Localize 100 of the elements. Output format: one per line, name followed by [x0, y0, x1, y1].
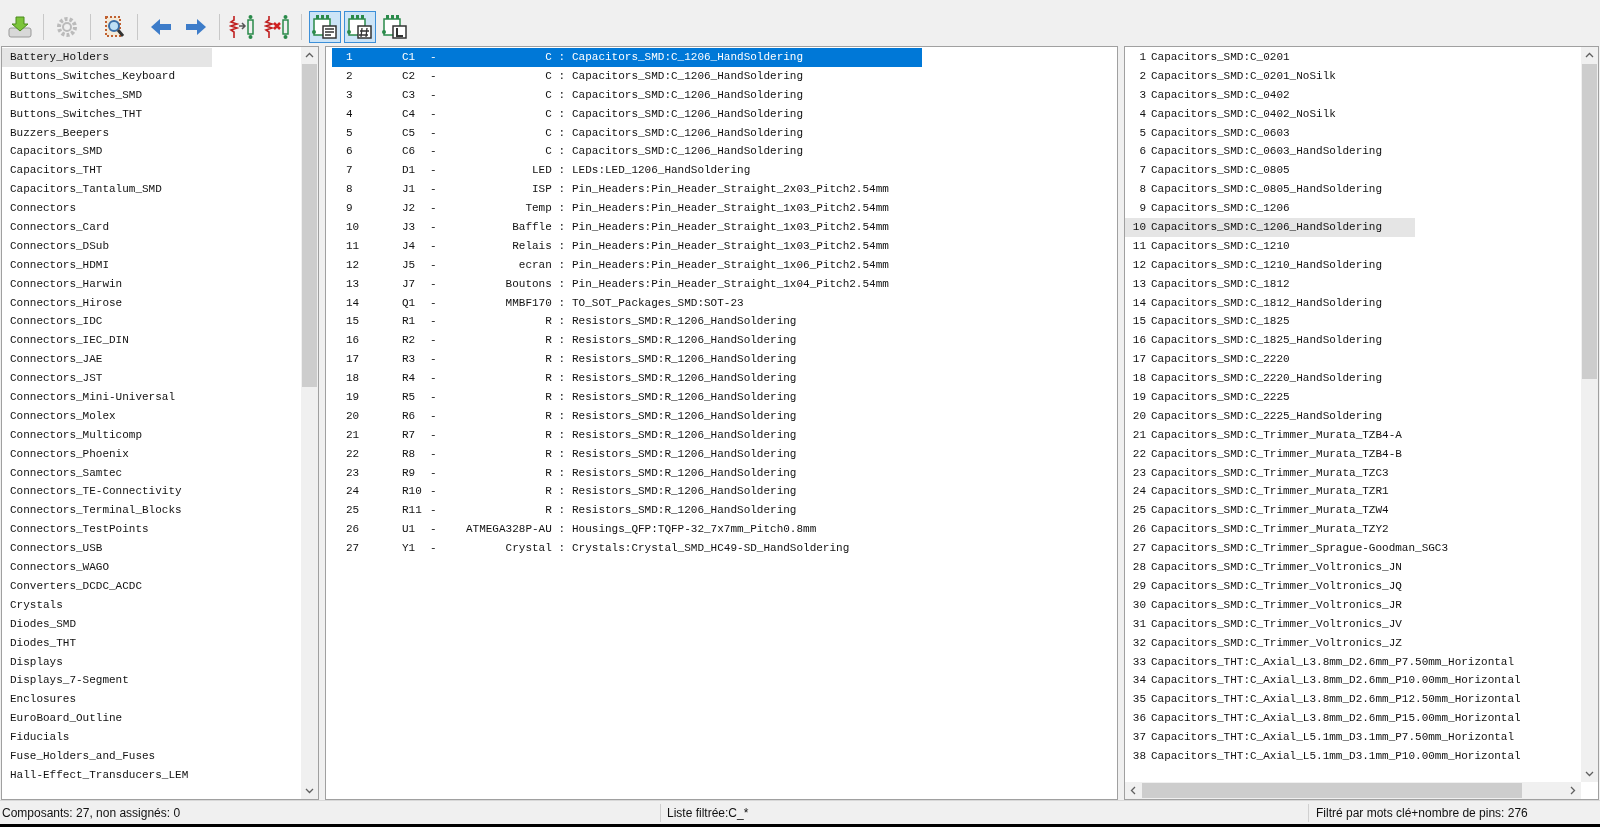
footprint-row[interactable]: 38 Capacitors_THT:C_Axial_L5.1mm_D3.1mm_P10.00mm_Horizontal	[1125, 746, 1521, 766]
footprint-row[interactable]: 23 Capacitors_SMD:C_Trimmer_Murata_TZC3	[1125, 463, 1415, 483]
component-row[interactable]: 10 J3 - Baffle : Pin_Headers:Pin_Header_Straight_1x03_Pitch2.54mm	[332, 218, 922, 237]
footprint-row[interactable]: 35 Capacitors_THT:C_Axial_L3.8mm_D2.6mm_P12.50mm_Horizontal	[1125, 690, 1521, 710]
library-item[interactable]: Connectors_JAE	[2, 350, 212, 370]
library-item[interactable]: Diodes_SMD	[2, 614, 212, 634]
library-item[interactable]: Connectors_IEC_DIN	[2, 331, 212, 351]
library-item[interactable]: Connectors	[2, 199, 212, 218]
toolbar-button[interactable]	[344, 11, 376, 43]
footprint-row[interactable]: 13 Capacitors_SMD:C_1812	[1125, 274, 1415, 294]
footprint-row[interactable]: 5 Capacitors_SMD:C_0603	[1125, 123, 1415, 143]
footprint-row[interactable]: 4 Capacitors_SMD:C_0402_NoSilk	[1125, 104, 1415, 124]
footprint-row[interactable]: 31 Capacitors_SMD:C_Trimmer_Voltronics_JV	[1125, 614, 1415, 634]
component-row[interactable]: 23 R9 - R : Resistors_SMD:R_1206_HandSoldering	[332, 463, 922, 483]
library-item[interactable]: Connectors_Multicomp	[2, 425, 212, 445]
library-item[interactable]: Displays_7-Segment	[2, 671, 212, 691]
library-item[interactable]: Connectors_WAGO	[2, 558, 212, 577]
footprint-row[interactable]: 29 Capacitors_SMD:C_Trimmer_Voltronics_JQ	[1125, 576, 1415, 596]
component-row[interactable]: 21 R7 - R : Resistors_SMD:R_1206_HandSoldering	[332, 425, 922, 445]
component-row[interactable]: 8 J1 - ISP : Pin_Headers:Pin_Header_Straight_2x03_Pitch2.54mm	[332, 180, 922, 200]
library-item[interactable]: Capacitors_SMD	[2, 142, 212, 162]
library-item[interactable]: Connectors_Hirose	[2, 293, 212, 313]
horizontal-scrollbar[interactable]	[1125, 782, 1581, 799]
footprint-row[interactable]: 22 Capacitors_SMD:C_Trimmer_Murata_TZB4-B	[1125, 444, 1415, 464]
library-item[interactable]: Connectors_Harwin	[2, 274, 212, 294]
component-row[interactable]: 14 Q1 - MMBF170 : TO_SOT_Packages_SMD:SOT-23	[332, 293, 922, 313]
footprint-row[interactable]: 12 Capacitors_SMD:C_1210_HandSoldering	[1125, 255, 1415, 275]
library-item[interactable]: Displays	[2, 652, 212, 672]
component-row[interactable]: 11 J4 - Relais : Pin_Headers:Pin_Header_Straight_1x03_Pitch2.54mm	[332, 236, 922, 256]
library-item[interactable]: Connectors_Phoenix	[2, 444, 212, 464]
footprint-row[interactable]: 27 Capacitors_SMD:C_Trimmer_Sprague-Goodman_SGC3	[1125, 539, 1449, 559]
footprint-row[interactable]: 15 Capacitors_SMD:C_1825	[1125, 312, 1415, 332]
component-row[interactable]: 13 J7 - Boutons : Pin_Headers:Pin_Header_Straight_1x04_Pitch2.54mm	[332, 274, 922, 294]
component-row[interactable]: 18 R4 - R : Resistors_SMD:R_1206_HandSoldering	[332, 369, 922, 389]
component-row[interactable]: 1 C1 - C : Capacitors_SMD:C_1206_HandSoldering	[332, 48, 922, 67]
library-item[interactable]: Buttons_Switches_SMD	[2, 85, 212, 105]
footprint-row[interactable]: 32 Capacitors_SMD:C_Trimmer_Voltronics_JZ	[1125, 633, 1415, 653]
library-item[interactable]: Capacitors_Tantalum_SMD	[2, 180, 212, 200]
component-row[interactable]: 5 C5 - C : Capacitors_SMD:C_1206_HandSoldering	[332, 123, 922, 143]
footprint-row[interactable]: 2 Capacitors_SMD:C_0201_NoSilk	[1125, 66, 1415, 86]
component-row[interactable]: 2 C2 - C : Capacitors_SMD:C_1206_HandSoldering	[332, 66, 922, 86]
footprint-row[interactable]: 7 Capacitors_SMD:C_0805	[1125, 161, 1415, 181]
library-item[interactable]: Enclosures	[2, 690, 212, 710]
vertical-scrollbar[interactable]	[1581, 47, 1598, 782]
component-row[interactable]: 16 R2 - R : Resistors_SMD:R_1206_HandSoldering	[332, 331, 922, 351]
footprint-row[interactable]: 18 Capacitors_SMD:C_2220_HandSoldering	[1125, 369, 1415, 389]
library-item[interactable]: EuroBoard_Outline	[2, 709, 212, 729]
footprint-row[interactable]: 10 Capacitors_SMD:C_1206_HandSoldering	[1125, 218, 1415, 237]
library-item[interactable]: Connectors_DSub	[2, 236, 212, 256]
footprint-row[interactable]: 26 Capacitors_SMD:C_Trimmer_Murata_TZY2	[1125, 520, 1415, 540]
library-item[interactable]: Connectors_Molex	[2, 406, 212, 426]
library-item[interactable]: Buttons_Switches_Keyboard	[2, 66, 212, 86]
footprint-row[interactable]: 20 Capacitors_SMD:C_2225_HandSoldering	[1125, 406, 1415, 426]
library-item[interactable]: Connectors_Mini-Universal	[2, 388, 212, 407]
footprint-row[interactable]: 16 Capacitors_SMD:C_1825_HandSoldering	[1125, 331, 1415, 351]
library-item[interactable]: Battery_Holders	[2, 48, 212, 67]
library-item[interactable]: Fuse_Holders_and_Fuses	[2, 746, 212, 766]
library-item[interactable]: Diodes_THT	[2, 633, 212, 653]
library-item[interactable]: Connectors_TestPoints	[2, 520, 212, 540]
library-item[interactable]: Connectors_TE-Connectivity	[2, 482, 212, 502]
footprint-row[interactable]: 14 Capacitors_SMD:C_1812_HandSoldering	[1125, 293, 1415, 313]
component-row[interactable]: 7 D1 - LED : LEDs:LED_1206_HandSoldering	[332, 161, 922, 181]
component-row[interactable]: 3 C3 - C : Capacitors_SMD:C_1206_HandSoldering	[332, 85, 922, 105]
footprint-row[interactable]: 36 Capacitors_THT:C_Axial_L3.8mm_D2.6mm_P15.00mm_Horizontal	[1125, 709, 1521, 729]
toolbar-button[interactable]	[309, 11, 341, 43]
library-item[interactable]: Capacitors_THT	[2, 161, 212, 181]
footprint-row[interactable]: 30 Capacitors_SMD:C_Trimmer_Voltronics_JR	[1125, 595, 1415, 615]
footprint-row[interactable]: 17 Capacitors_SMD:C_2220	[1125, 350, 1415, 370]
library-item[interactable]: Buzzers_Beepers	[2, 123, 212, 143]
footprint-row[interactable]: 28 Capacitors_SMD:C_Trimmer_Voltronics_JN	[1125, 558, 1415, 577]
vertical-scrollbar[interactable]	[301, 47, 318, 799]
footprint-row[interactable]: 19 Capacitors_SMD:C_2225	[1125, 388, 1415, 407]
library-item[interactable]: Connectors_Card	[2, 218, 212, 237]
component-row[interactable]: 26 U1 - ATMEGA328P-AU : Housings_QFP:TQFP-32_7x7mm_Pitch0.8mm	[332, 520, 922, 540]
footprint-row[interactable]: 34 Capacitors_THT:C_Axial_L3.8mm_D2.6mm_P10.00mm_Horizontal	[1125, 671, 1521, 691]
component-row[interactable]: 17 R3 - R : Resistors_SMD:R_1206_HandSoldering	[332, 350, 922, 370]
component-row[interactable]: 20 R6 - R : Resistors_SMD:R_1206_HandSoldering	[332, 406, 922, 426]
component-row[interactable]: 22 R8 - R : Resistors_SMD:R_1206_HandSoldering	[332, 444, 922, 464]
library-item[interactable]: Connectors_Terminal_Blocks	[2, 501, 212, 521]
component-row[interactable]: 24 R10 - R : Resistors_SMD:R_1206_HandSoldering	[332, 482, 922, 502]
library-item[interactable]: Converters_DCDC_ACDC	[2, 576, 212, 596]
footprint-row[interactable]: 3 Capacitors_SMD:C_0402	[1125, 85, 1415, 105]
component-row[interactable]: 27 Y1 - Crystal : Crystals:Crystal_SMD_HC49-SD_HandSoldering	[332, 539, 922, 559]
footprint-row[interactable]: 6 Capacitors_SMD:C_0603_HandSoldering	[1125, 142, 1415, 162]
component-row[interactable]: 19 R5 - R : Resistors_SMD:R_1206_HandSoldering	[332, 388, 922, 407]
footprint-row[interactable]: 33 Capacitors_THT:C_Axial_L3.8mm_D2.6mm_P7.50mm_Horizontal	[1125, 652, 1515, 672]
component-row[interactable]: 12 J5 - ecran : Pin_Headers:Pin_Header_Straight_1x06_Pitch2.54mm	[332, 255, 922, 275]
footprint-row[interactable]: 1 Capacitors_SMD:C_0201	[1125, 48, 1415, 67]
library-item[interactable]: Fiducials	[2, 728, 212, 747]
library-item[interactable]: Connectors_USB	[2, 539, 212, 559]
library-item[interactable]: Crystals	[2, 595, 212, 615]
library-item[interactable]: Connectors_HDMI	[2, 255, 212, 275]
component-row[interactable]: 4 C4 - C : Capacitors_SMD:C_1206_HandSoldering	[332, 104, 922, 124]
footprint-row[interactable]: 24 Capacitors_SMD:C_Trimmer_Murata_TZR1	[1125, 482, 1415, 502]
library-item[interactable]: Connectors_Samtec	[2, 463, 212, 483]
footprint-row[interactable]: 9 Capacitors_SMD:C_1206	[1125, 199, 1415, 218]
library-item[interactable]: Connectors_IDC	[2, 312, 212, 332]
component-row[interactable]: 25 R11 - R : Resistors_SMD:R_1206_HandSoldering	[332, 501, 922, 521]
footprint-row[interactable]: 8 Capacitors_SMD:C_0805_HandSoldering	[1125, 180, 1415, 200]
component-row[interactable]: 9 J2 - Temp : Pin_Headers:Pin_Header_Straight_1x03_Pitch2.54mm	[332, 199, 922, 218]
